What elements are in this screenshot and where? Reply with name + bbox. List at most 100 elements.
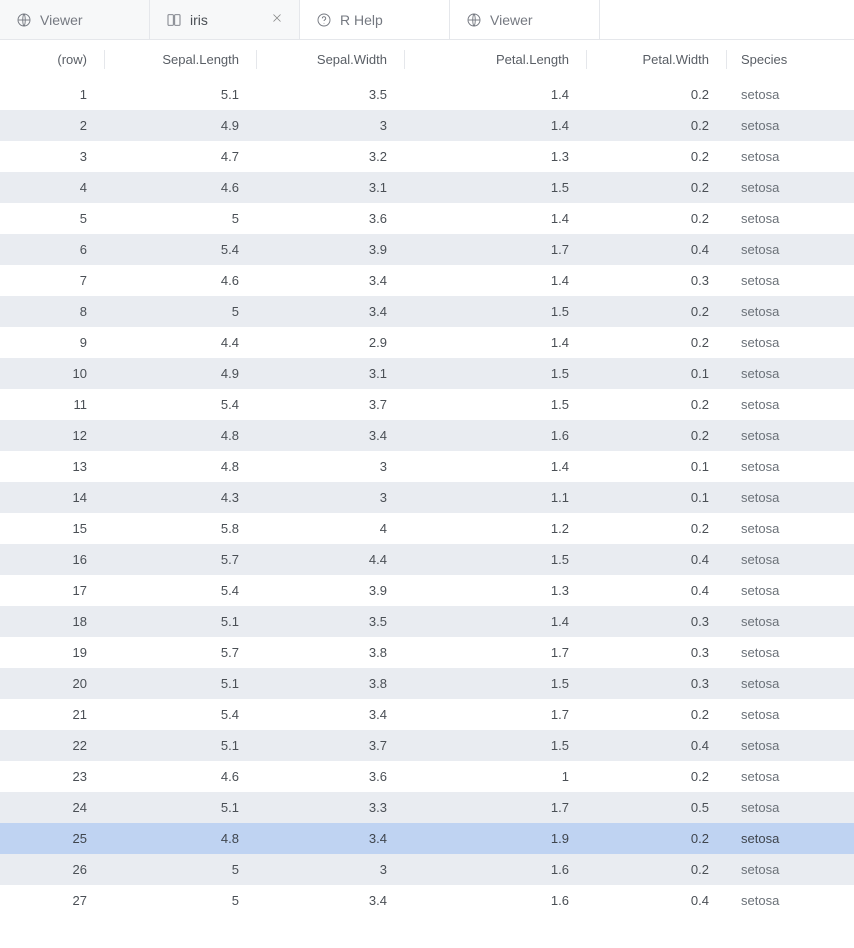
table-row[interactable]: 26531.60.2setosa <box>0 854 854 885</box>
cell-sepal-length[interactable]: 4.8 <box>105 420 257 451</box>
cell-petal-width[interactable]: 0.4 <box>587 730 727 761</box>
cell-petal-length[interactable]: 1.4 <box>405 110 587 141</box>
cell-species[interactable]: setosa <box>727 358 854 389</box>
cell-row-index[interactable]: 8 <box>0 296 105 327</box>
cell-sepal-width[interactable]: 3.1 <box>257 172 405 203</box>
cell-petal-width[interactable]: 0.2 <box>587 327 727 358</box>
cell-species[interactable]: setosa <box>727 730 854 761</box>
cell-species[interactable]: setosa <box>727 234 854 265</box>
cell-species[interactable]: setosa <box>727 606 854 637</box>
cell-petal-width[interactable]: 0.3 <box>587 668 727 699</box>
cell-sepal-width[interactable]: 3.4 <box>257 885 405 916</box>
cell-row-index[interactable]: 5 <box>0 203 105 234</box>
cell-species[interactable]: setosa <box>727 885 854 916</box>
cell-sepal-width[interactable]: 4 <box>257 513 405 544</box>
table-row[interactable]: 175.43.91.30.4setosa <box>0 575 854 606</box>
cell-petal-width[interactable]: 0.2 <box>587 141 727 172</box>
table-row[interactable]: 134.831.40.1setosa <box>0 451 854 482</box>
cell-petal-length[interactable]: 1.1 <box>405 482 587 513</box>
cell-row-index[interactable]: 27 <box>0 885 105 916</box>
table-row[interactable]: 44.63.11.50.2setosa <box>0 172 854 203</box>
cell-sepal-width[interactable]: 3.9 <box>257 575 405 606</box>
col-header-species[interactable]: Species <box>727 40 854 79</box>
cell-row-index[interactable]: 17 <box>0 575 105 606</box>
cell-sepal-length[interactable]: 5.1 <box>105 668 257 699</box>
table-row[interactable]: 74.63.41.40.3setosa <box>0 265 854 296</box>
cell-sepal-length[interactable]: 5.4 <box>105 699 257 730</box>
cell-sepal-length[interactable]: 5.1 <box>105 606 257 637</box>
cell-row-index[interactable]: 4 <box>0 172 105 203</box>
cell-petal-length[interactable]: 1.7 <box>405 637 587 668</box>
cell-petal-length[interactable]: 1.7 <box>405 699 587 730</box>
table-row[interactable]: 24.931.40.2setosa <box>0 110 854 141</box>
cell-petal-width[interactable]: 0.2 <box>587 513 727 544</box>
cell-species[interactable]: setosa <box>727 854 854 885</box>
cell-row-index[interactable]: 26 <box>0 854 105 885</box>
table-row[interactable]: 155.841.20.2setosa <box>0 513 854 544</box>
col-header-sepal-length[interactable]: Sepal.Length <box>105 40 257 79</box>
cell-sepal-width[interactable]: 3 <box>257 854 405 885</box>
cell-sepal-length[interactable]: 5.7 <box>105 637 257 668</box>
cell-species[interactable]: setosa <box>727 265 854 296</box>
cell-petal-length[interactable]: 1.5 <box>405 730 587 761</box>
cell-petal-width[interactable]: 0.5 <box>587 792 727 823</box>
cell-sepal-length[interactable]: 5.1 <box>105 79 257 110</box>
cell-species[interactable]: setosa <box>727 451 854 482</box>
cell-petal-length[interactable]: 1.4 <box>405 79 587 110</box>
cell-sepal-width[interactable]: 3.8 <box>257 637 405 668</box>
cell-petal-length[interactable]: 1.2 <box>405 513 587 544</box>
cell-petal-length[interactable]: 1.5 <box>405 358 587 389</box>
tab-iris[interactable]: iris <box>150 0 300 39</box>
cell-petal-length[interactable]: 1.9 <box>405 823 587 854</box>
table-row[interactable]: 94.42.91.40.2setosa <box>0 327 854 358</box>
cell-species[interactable]: setosa <box>727 79 854 110</box>
cell-sepal-length[interactable]: 4.8 <box>105 451 257 482</box>
cell-petal-length[interactable]: 1.4 <box>405 327 587 358</box>
cell-sepal-width[interactable]: 3.7 <box>257 389 405 420</box>
cell-row-index[interactable]: 20 <box>0 668 105 699</box>
cell-sepal-width[interactable]: 3.2 <box>257 141 405 172</box>
cell-petal-length[interactable]: 1.5 <box>405 544 587 575</box>
table-row[interactable]: 104.93.11.50.1setosa <box>0 358 854 389</box>
cell-sepal-length[interactable]: 5 <box>105 203 257 234</box>
table-row[interactable]: 853.41.50.2setosa <box>0 296 854 327</box>
cell-sepal-width[interactable]: 3.7 <box>257 730 405 761</box>
cell-sepal-length[interactable]: 4.4 <box>105 327 257 358</box>
cell-sepal-width[interactable]: 3 <box>257 110 405 141</box>
cell-sepal-width[interactable]: 3.8 <box>257 668 405 699</box>
cell-species[interactable]: setosa <box>727 513 854 544</box>
cell-petal-length[interactable]: 1.5 <box>405 296 587 327</box>
cell-petal-width[interactable]: 0.2 <box>587 761 727 792</box>
cell-row-index[interactable]: 15 <box>0 513 105 544</box>
col-header-petal-width[interactable]: Petal.Width <box>587 40 727 79</box>
cell-species[interactable]: setosa <box>727 668 854 699</box>
table-row[interactable]: 185.13.51.40.3setosa <box>0 606 854 637</box>
cell-petal-length[interactable]: 1.6 <box>405 854 587 885</box>
cell-species[interactable]: setosa <box>727 172 854 203</box>
table-row[interactable]: 2753.41.60.4setosa <box>0 885 854 916</box>
cell-row-index[interactable]: 22 <box>0 730 105 761</box>
cell-sepal-length[interactable]: 5 <box>105 854 257 885</box>
cell-sepal-length[interactable]: 5.1 <box>105 792 257 823</box>
cell-petal-width[interactable]: 0.3 <box>587 637 727 668</box>
cell-petal-width[interactable]: 0.3 <box>587 265 727 296</box>
cell-sepal-length[interactable]: 5.7 <box>105 544 257 575</box>
table-row[interactable]: 195.73.81.70.3setosa <box>0 637 854 668</box>
table-row[interactable]: 553.61.40.2setosa <box>0 203 854 234</box>
cell-petal-length[interactable]: 1.7 <box>405 792 587 823</box>
cell-sepal-length[interactable]: 5 <box>105 296 257 327</box>
cell-petal-length[interactable]: 1.4 <box>405 265 587 296</box>
cell-row-index[interactable]: 10 <box>0 358 105 389</box>
table-row[interactable]: 225.13.71.50.4setosa <box>0 730 854 761</box>
table-row[interactable]: 65.43.91.70.4setosa <box>0 234 854 265</box>
cell-sepal-length[interactable]: 4.6 <box>105 265 257 296</box>
cell-petal-length[interactable]: 1.6 <box>405 885 587 916</box>
col-header-sepal-width[interactable]: Sepal.Width <box>257 40 405 79</box>
table-row[interactable]: 115.43.71.50.2setosa <box>0 389 854 420</box>
tab-viewer[interactable]: Viewer <box>0 0 150 39</box>
cell-sepal-width[interactable]: 3.4 <box>257 420 405 451</box>
cell-petal-width[interactable]: 0.2 <box>587 823 727 854</box>
cell-row-index[interactable]: 18 <box>0 606 105 637</box>
cell-petal-length[interactable]: 1.6 <box>405 420 587 451</box>
cell-sepal-length[interactable]: 4.8 <box>105 823 257 854</box>
